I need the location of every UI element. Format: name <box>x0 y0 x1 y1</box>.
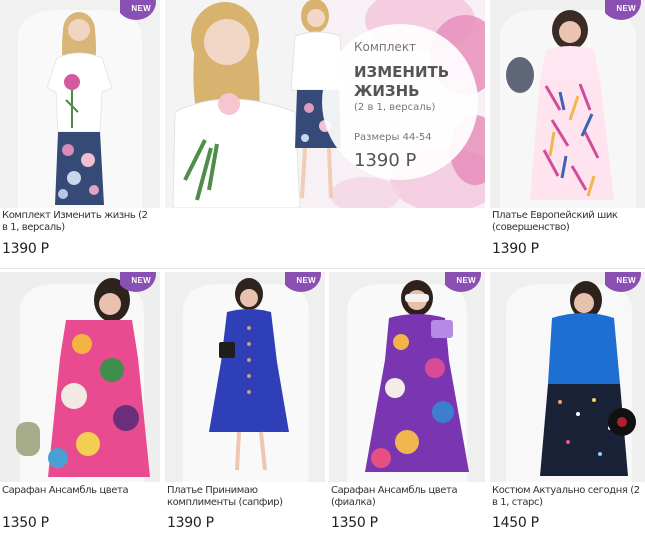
product-name-1[interactable]: Комплект Изменить жизнь (2 в 1, версаль) <box>2 210 152 234</box>
new-badge-6: NEW <box>605 272 645 292</box>
product-price-5: 1350 Р <box>331 515 378 531</box>
product-photo-2[interactable] <box>490 0 645 208</box>
product-card-6[interactable]: NEW Костюм Актуально сегодня (2 в 1, ста… <box>490 272 645 539</box>
promo-title-line2: ЖИЗНЬ <box>354 82 420 100</box>
product-image-2 <box>490 0 645 208</box>
product-name-5[interactable]: Сарафан Ансамбль цвета (фиалка) <box>331 485 481 509</box>
product-photo-5[interactable] <box>329 272 485 482</box>
new-badge-4: NEW <box>285 272 325 292</box>
promo-kicker: Комплект <box>354 40 417 54</box>
product-name-3[interactable]: Сарафан Ансамбль цвета <box>2 485 152 497</box>
product-name-2[interactable]: Платье Европейский шик (совершенство) <box>492 210 642 234</box>
badge-label: NEW <box>616 276 636 285</box>
new-badge-2: NEW <box>605 0 645 20</box>
product-name-6[interactable]: Костюм Актуально сегодня (2 в 1, старс) <box>492 485 642 509</box>
promo-sizes: Размеры 44-54 <box>354 132 432 143</box>
product-image-4 <box>165 272 325 482</box>
badge-label: NEW <box>616 4 636 13</box>
promo-title-line1: ИЗМЕНИТЬ <box>354 63 450 81</box>
product-card-3[interactable]: NEW Сарафан Ансамбль цвета 1350 Р <box>0 272 160 539</box>
product-photo-1[interactable] <box>0 0 160 208</box>
product-card-5[interactable]: NEW Сарафан Ансамбль цвета (фиалка) 1350… <box>329 272 485 539</box>
product-name-4[interactable]: Платье Принимаю комплименты (сапфир) <box>167 485 317 509</box>
product-price-6: 1450 Р <box>492 515 539 531</box>
promo-price: 1390 Р <box>354 150 417 171</box>
new-badge-3: NEW <box>120 272 160 292</box>
badge-label: NEW <box>131 276 151 285</box>
new-badge-1: NEW <box>120 0 160 20</box>
product-price-1: 1390 Р <box>2 241 49 257</box>
promo-image <box>165 0 485 208</box>
product-price-2: 1390 Р <box>492 241 539 257</box>
product-image-5 <box>329 272 485 482</box>
product-card-4[interactable]: NEW Платье Принимаю комплименты (сапфир)… <box>165 272 325 539</box>
product-photo-6[interactable] <box>490 272 645 482</box>
promo-banner[interactable]: Комплект ИЗМЕНИТЬ ЖИЗНЬ (2 в 1, версаль)… <box>165 0 485 208</box>
product-photo-4[interactable] <box>165 272 325 482</box>
badge-label: NEW <box>131 4 151 13</box>
product-price-4: 1390 Р <box>167 515 214 531</box>
product-card-2[interactable]: NEW Платье Европейский шик (совершенство… <box>490 0 645 265</box>
product-photo-3[interactable] <box>0 272 160 482</box>
promo-subtitle: (2 в 1, версаль) <box>354 102 436 113</box>
badge-label: NEW <box>456 276 476 285</box>
new-badge-5: NEW <box>445 272 485 292</box>
badge-label: NEW <box>296 276 316 285</box>
product-image-6 <box>490 272 645 482</box>
product-grid: NEW Комплект Изменить жизнь (2 в 1, верс… <box>0 0 645 539</box>
row-divider <box>0 268 645 269</box>
product-card-1[interactable]: NEW Комплект Изменить жизнь (2 в 1, верс… <box>0 0 160 265</box>
product-image-3 <box>0 272 160 482</box>
product-image-1 <box>0 0 160 208</box>
product-price-3: 1350 Р <box>2 515 49 531</box>
